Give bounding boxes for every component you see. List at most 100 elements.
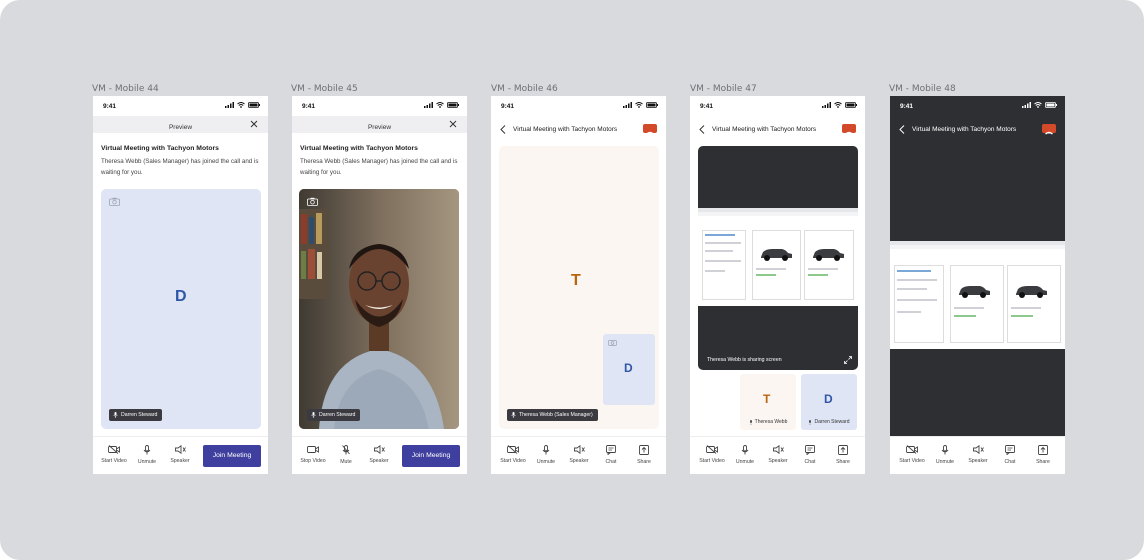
end-call-button[interactable]: [842, 124, 856, 135]
signal-icon: [225, 102, 234, 108]
camera-icon[interactable]: [307, 197, 318, 206]
preview-header-title: Preview: [168, 124, 193, 131]
speaker-button[interactable]: Speaker: [164, 445, 196, 464]
chat-button[interactable]: Chat: [794, 445, 826, 465]
back-chevron-icon[interactable]: [699, 125, 705, 134]
close-icon[interactable]: [249, 119, 259, 129]
host-name-chip: Theresa Webb (Sales Manager): [507, 409, 598, 421]
status-time: 9:41: [302, 103, 316, 110]
microphone-icon: [113, 412, 118, 418]
expand-icon[interactable]: [844, 356, 852, 364]
speaker-button[interactable]: Speaker: [363, 445, 395, 464]
shared-screen-view[interactable]: Theresa Webb is sharing screen: [698, 146, 858, 370]
chat-label: Chat: [804, 459, 816, 465]
status-time: 9:41: [700, 103, 714, 110]
self-video-thumbnail[interactable]: D: [603, 334, 655, 405]
meeting-header: Virtual Meeting with Tachyon Motors: [890, 116, 1065, 142]
start-video-button[interactable]: Start Video: [896, 445, 928, 464]
speaker-icon: [373, 445, 385, 454]
speaker-button[interactable]: Speaker: [563, 445, 595, 464]
sharing-status-label: Theresa Webb is sharing screen: [707, 357, 782, 363]
start-video-button[interactable]: Start Video: [696, 445, 728, 464]
shared-screen-content[interactable]: [890, 241, 1065, 349]
unmute-label: Unmute: [536, 459, 556, 465]
chat-button[interactable]: Chat: [994, 445, 1026, 465]
unmute-button[interactable]: Unmute: [929, 445, 961, 465]
self-name-label: Darren Steward: [319, 412, 356, 418]
share-button[interactable]: Share: [628, 445, 660, 465]
close-icon[interactable]: [448, 119, 458, 129]
share-icon: [838, 445, 848, 455]
status-bar: 9:41: [890, 96, 1065, 116]
chat-icon: [805, 445, 815, 455]
share-button[interactable]: Share: [1027, 445, 1059, 465]
back-chevron-icon[interactable]: [500, 125, 506, 134]
meeting-title: Virtual Meeting with Tachyon Motors: [513, 126, 618, 133]
call-toolbar: Start Video Unmute Speaker Join Meeting: [93, 436, 268, 474]
self-initial-avatar: D: [624, 361, 633, 375]
start-video-button[interactable]: Start Video: [497, 445, 529, 464]
chat-button[interactable]: Chat: [595, 445, 627, 465]
video-icon: [307, 446, 319, 453]
speaker-icon: [972, 445, 984, 454]
join-meeting-button[interactable]: Join Meeting: [203, 445, 261, 467]
end-call-button[interactable]: [1042, 124, 1056, 135]
car-image: [813, 249, 844, 261]
status-bar: 9:41: [292, 96, 467, 116]
microphone-icon: [511, 412, 516, 418]
unmute-button[interactable]: Unmute: [729, 445, 761, 465]
host-initial-avatar: T: [763, 392, 771, 406]
shared-screen-content: [698, 208, 858, 306]
microphone-icon: [143, 445, 151, 455]
stop-video-button[interactable]: Stop Video: [297, 445, 329, 464]
share-icon: [1038, 445, 1048, 455]
speaker-button[interactable]: Speaker: [762, 445, 794, 464]
battery-icon: [248, 102, 260, 108]
share-button[interactable]: Share: [827, 445, 859, 465]
frame-label: VM - Mobile 46: [491, 84, 558, 94]
back-chevron-icon[interactable]: [899, 125, 905, 134]
speaker-icon: [174, 445, 186, 454]
host-video-tile: T D Theresa Webb (Sales Manager): [499, 146, 659, 429]
microphone-icon: [809, 419, 812, 425]
speaker-button[interactable]: Speaker: [962, 445, 994, 464]
mute-button[interactable]: Mute: [330, 445, 362, 465]
meeting-header: Virtual Meeting with Tachyon Motors: [491, 116, 666, 142]
preview-header-title: Preview: [367, 124, 392, 131]
battery-icon: [447, 102, 459, 108]
phone-hangup-icon: [1045, 131, 1053, 135]
call-toolbar: Start Video Unmute Speaker Chat Share: [690, 436, 865, 474]
end-call-button[interactable]: [643, 124, 657, 135]
microphone-icon: [311, 412, 316, 418]
video-off-icon: [108, 445, 120, 454]
start-video-button[interactable]: Start Video: [98, 445, 130, 464]
frame-label: VM - Mobile 47: [690, 84, 757, 94]
self-name-chip: Darren Steward: [307, 409, 361, 421]
frame-label: VM - Mobile 45: [291, 84, 358, 94]
unmute-button[interactable]: Unmute: [530, 445, 562, 465]
speaker-icon: [772, 445, 784, 454]
status-time: 9:41: [501, 103, 515, 110]
join-meeting-button[interactable]: Join Meeting: [402, 445, 460, 467]
status-time: 9:41: [103, 103, 117, 110]
phone-screen-in-meeting: 9:41 Virtual Meeting with Tachyon Motors…: [491, 96, 666, 474]
self-initial-avatar: D: [175, 288, 187, 305]
self-video-preview: D Darren Steward: [101, 189, 261, 429]
share-label: Share: [836, 459, 850, 465]
meeting-title: Virtual Meeting with Tachyon Motors: [300, 145, 418, 152]
video-off-icon: [706, 445, 718, 454]
host-participant-tile[interactable]: T Theresa Webb: [740, 374, 796, 430]
video-off-icon: [507, 445, 519, 454]
host-name-label: Theresa Webb (Sales Manager): [519, 412, 593, 418]
self-participant-tile[interactable]: D Darren Steward: [801, 374, 857, 430]
unmute-button[interactable]: Unmute: [131, 445, 163, 465]
design-canvas: VM - Mobile 44 VM - Mobile 45 VM - Mobil…: [0, 0, 1144, 560]
status-bar: 9:41: [690, 96, 865, 116]
signal-icon: [424, 102, 433, 108]
status-time: 9:41: [900, 103, 914, 110]
meeting-description: Theresa Webb (Sales Manager) has joined …: [300, 158, 458, 176]
battery-icon: [845, 102, 857, 108]
phone-screen-fullscreen-share: 9:41 Virtual Meeting with Tachyon Motors: [890, 96, 1065, 474]
share-label: Share: [1036, 459, 1050, 465]
camera-icon[interactable]: [109, 197, 120, 206]
